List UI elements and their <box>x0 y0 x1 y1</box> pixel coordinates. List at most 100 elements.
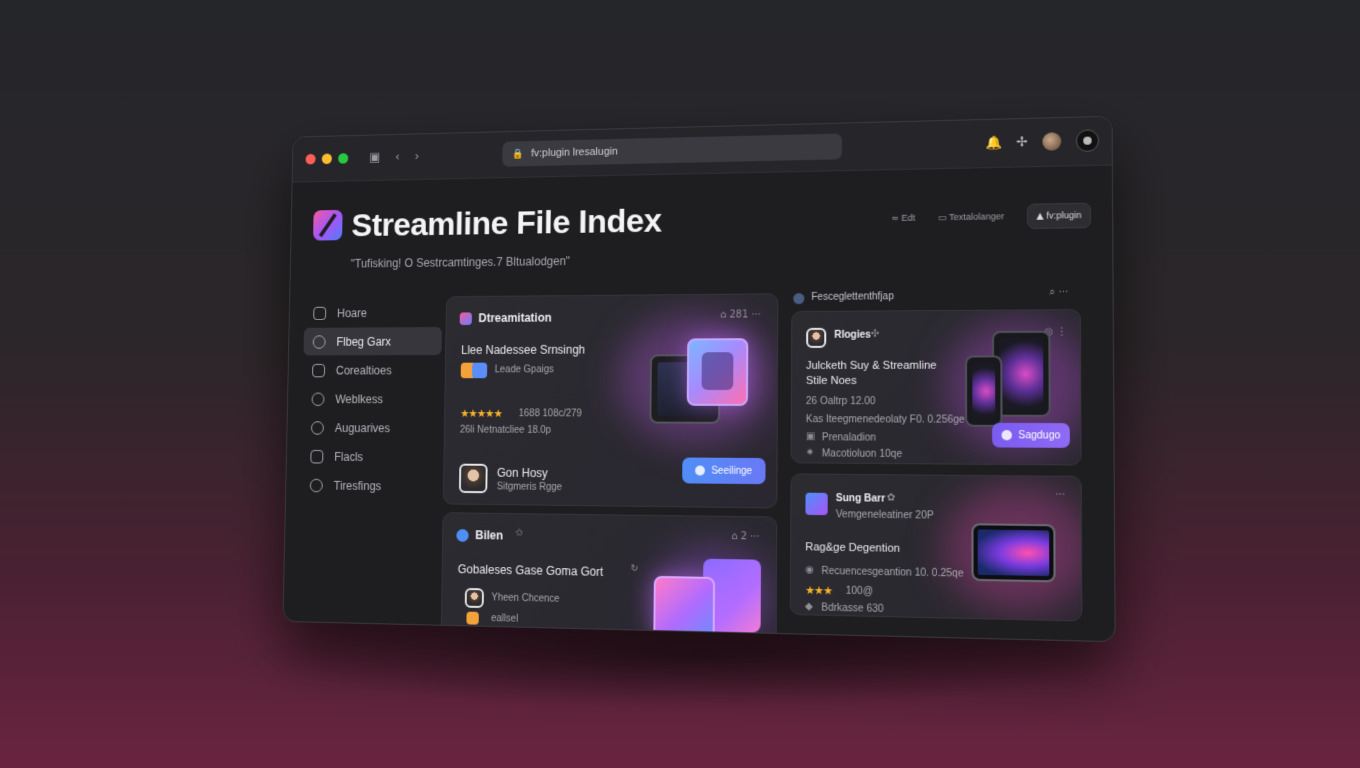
sidebar-item-label: Flbeg Garx <box>336 334 392 349</box>
rating-meta: 1688 108c/279 <box>518 408 582 420</box>
more-icon: ⋯ <box>1055 489 1066 501</box>
user-name: Yheen Chcence <box>491 592 560 605</box>
tablet-illustration <box>686 338 749 406</box>
sidebar-item-bookmarks[interactable]: Corealtioes <box>303 356 442 384</box>
button-label: Seeilinge <box>711 465 753 477</box>
stage: ▣ ‹ › 🔒 fv:plugin lresalugin 🔔 ✢ Streaml… <box>0 0 1360 768</box>
app-logo <box>313 209 343 241</box>
content-card[interactable]: Rlogies ✣ ◎ ⋮ Julcketh Suy & Streamline … <box>790 309 1082 466</box>
bookmark-icon <box>312 363 326 377</box>
card-subtext: Leade Gpaigs <box>494 364 554 376</box>
sidebar-item-label: Auguarives <box>334 420 391 435</box>
card-title: Sung Barr <box>835 492 886 505</box>
button-icon <box>695 465 706 476</box>
card-headline: Julcketh Suy & Streamline <box>806 359 937 372</box>
content-card[interactable]: Sung Barr ✿ ⋯ Vemgeneleatiner 20P Rag&ge… <box>789 473 1083 622</box>
main-content: Streamline File Index "Tufisking! O Sest… <box>283 166 1114 643</box>
edit-link[interactable]: ≈ Edt <box>891 213 915 224</box>
card-headline: Llee Nadessee Srnsingh <box>461 342 586 357</box>
sidebar-item-home[interactable]: Hoare <box>304 298 442 327</box>
card-stats: 26li Netnatcliee 18.0p <box>459 424 552 436</box>
profile-avatar[interactable] <box>1075 129 1100 153</box>
card-headline: Stile Noes <box>805 374 857 388</box>
sidebar-toggle-icon[interactable]: ▣ <box>369 150 380 164</box>
section-icon <box>793 293 805 305</box>
address-bar[interactable]: 🔒 fv:plugin lresalugin <box>502 133 842 167</box>
section-heading: Fesceglettenthfjap <box>811 291 894 303</box>
minimize-window-button[interactable] <box>321 153 332 165</box>
avatar <box>464 587 484 609</box>
maximize-window-button[interactable] <box>338 153 349 164</box>
camera-icon: ⌕ ⋯ <box>1049 286 1070 299</box>
sidebar-item-active[interactable]: Flbeg Garx <box>303 327 442 356</box>
card-line: Macotioluon 10qe <box>821 448 903 461</box>
primary-action-button[interactable]: Sagdugo <box>992 422 1070 448</box>
sidebar-item-label: Weblkess <box>335 392 384 406</box>
page-subtitle: "Tufisking! O Sestrcamtinges.7 Bltualodg… <box>350 254 571 271</box>
chart-icon <box>310 449 324 464</box>
badge-icon <box>471 362 488 379</box>
content-card[interactable]: Bilen ✩ ⌂ 2 ⋯ Gobaleses Gase Goma Gort ↻… <box>440 512 778 643</box>
back-arrow-icon[interactable]: ‹ <box>395 150 400 164</box>
sidebar-item-facts[interactable]: Flacls <box>301 442 440 471</box>
toggle-right-button[interactable]: ▲ fv:plugin <box>1027 202 1092 230</box>
card-line: Kas Iteegmenedeolaty F0. 0.256ge <box>805 414 965 426</box>
compass-icon <box>310 420 324 435</box>
sidebar-item-web[interactable]: Weblkess <box>302 385 441 413</box>
close-window-button[interactable] <box>305 153 316 165</box>
sidebar-item-label: Corealtioes <box>335 363 392 377</box>
card-line: Recuencesgeantion 10. 0.25qe <box>821 565 964 580</box>
lock-icon: 🔒 <box>511 148 524 160</box>
document-icon: ▣ <box>805 431 816 443</box>
featured-card[interactable]: Dtreamitation ⌂ 281 ⋯ Llee Nadessee Srns… <box>442 293 779 509</box>
sidebar-item-label: Flacls <box>334 449 364 464</box>
rating-meta: 100@ <box>845 585 874 598</box>
address-text: fv:plugin lresalugin <box>530 145 618 160</box>
button-icon <box>1001 430 1012 441</box>
star-icon: ✩ <box>515 527 524 539</box>
avatar <box>806 327 827 348</box>
sidebar-item-label: Hoare <box>336 305 368 320</box>
home-icon <box>313 306 327 320</box>
card-subtext: Vemgeneleatiner 20P <box>835 509 934 522</box>
avatar[interactable] <box>1042 132 1062 151</box>
forward-arrow-icon[interactable]: › <box>414 150 419 164</box>
sidebar-item-archives[interactable]: Auguarives <box>302 414 441 443</box>
card-title: Bilen <box>475 528 504 543</box>
gear-icon: ✷ <box>805 447 815 459</box>
gear-icon <box>456 528 469 542</box>
header-actions: ≈ Edt ▭ Textalolanger ▲ fv:plugin <box>891 202 1092 231</box>
page-title: Streamline File Index <box>351 202 662 244</box>
bell-icon[interactable]: 🔔 <box>985 135 1002 150</box>
sidebar-item-settings[interactable]: Tiresfings <box>301 471 440 500</box>
primary-action-button[interactable]: Seeilinge <box>682 457 766 485</box>
rating-stars: ★★★★★ <box>460 407 502 421</box>
card-logo-icon <box>459 312 472 326</box>
toggle-left-button[interactable]: ▭ Textalolanger <box>930 205 1013 230</box>
card-headline: Gobaleses Gase Goma Gort <box>457 562 604 579</box>
card-meta: ⌂ 2 ⋯ <box>731 531 761 543</box>
card-line: Bdrkasse 630 <box>821 602 884 616</box>
tag-icon: ◆ <box>805 601 813 613</box>
user-subtext: Sitgmeris Rgge <box>496 481 563 494</box>
sparkle-icon[interactable]: ✢ <box>1016 135 1027 150</box>
card-line: Lics Aanlo lmesemetrorde Fb. 0.276es <box>456 629 621 643</box>
info-icon <box>309 478 323 492</box>
card-meta: ⌂ 281 ⋯ <box>719 309 762 321</box>
app-window: ▣ ‹ › 🔒 fv:plugin lresalugin 🔔 ✢ Streaml… <box>282 115 1116 643</box>
phone-illustration <box>965 355 1003 427</box>
avatar <box>458 463 488 494</box>
monitor-illustration <box>971 523 1056 583</box>
toolbar-right: 🔔 ✢ <box>985 129 1100 154</box>
sparkle-icon: ✣ <box>870 328 880 340</box>
card-line: 26 Oaltrp 12.00 <box>805 396 876 408</box>
globe-icon <box>311 392 325 406</box>
card-title: Dtreamitation <box>478 310 552 325</box>
user-name: Gon Hosy <box>496 465 548 481</box>
rating-stars: ★★★ <box>805 583 833 598</box>
user-icon <box>312 334 326 349</box>
sidebar-item-label: Tiresfings <box>333 478 382 493</box>
badge-icon <box>466 611 479 625</box>
app-icon <box>805 492 828 516</box>
app-icon-illustration <box>653 575 716 640</box>
